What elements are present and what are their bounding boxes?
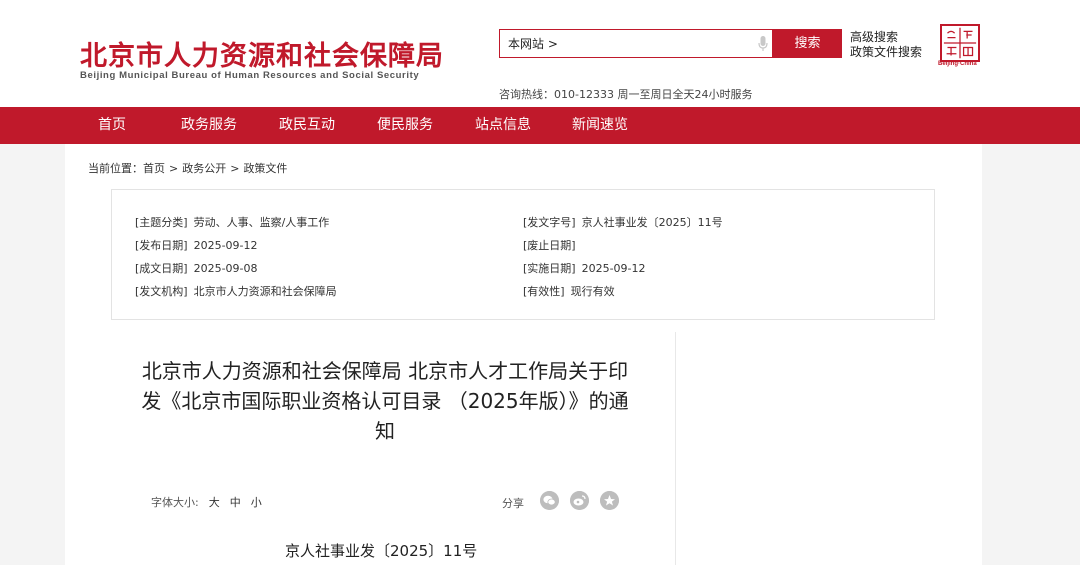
search-scope-selector[interactable]: 本网站 > [508,35,558,52]
meta-effective-date: [实施日期] 2025-09-12 [523,260,646,276]
meta-validity-value: 现行有效 [570,285,615,298]
share-label: 分享 [502,497,524,510]
breadcrumb-item-home[interactable]: 首页 [143,162,165,175]
breadcrumb-item-policy-docs[interactable]: 政策文件 [243,162,287,175]
meta-created-date: [成文日期] 2025-09-08 [135,260,258,276]
main-nav: 首页 政务服务 政民互动 便民服务 站点信息 新闻速览 [0,107,1080,144]
site-logo-english: Beijing Municipal Bureau of Human Resour… [80,70,420,81]
meta-doc-no-value: 京人社事业发〔2025〕11号 [581,216,723,229]
breadcrumb-separator: > [169,162,179,175]
meta-publish-date: [发布日期] 2025-09-12 [135,237,258,253]
content-panel: 当前位置：首页 > 政务公开 > 政策文件 [主题分类] 劳动、人事、监察/人事工作 [发… [65,144,982,565]
meta-created-date-label: [成文日期] [135,262,188,275]
advanced-search-link[interactable]: 高级搜索 [850,30,922,45]
nav-item-site-info[interactable]: 站点信息 [475,107,531,144]
meta-effective-date-value: 2025-09-12 [581,262,646,275]
document-metadata: [主题分类] 劳动、人事、监察/人事工作 [发文字号] 京人社事业发〔2025〕11… [111,189,935,320]
policy-search-link[interactable]: 政策文件搜索 [850,45,922,60]
meta-abolish-date-label: [废止日期] [523,239,576,252]
meta-doc-no-label: [发文字号] [523,216,576,229]
nav-item-news[interactable]: 新闻速览 [572,107,628,144]
font-size-small[interactable]: 小 [251,496,262,509]
microphone-icon[interactable] [758,36,768,52]
font-size-large[interactable]: 大 [209,496,220,509]
meta-issuer-value: 北京市人力资源和社会保障局 [193,285,337,298]
meta-topic-label: [主题分类] [135,216,188,229]
meta-issuer-label: [发文机构] [135,285,188,298]
meta-abolish-date: [废止日期] [523,237,582,253]
meta-publish-date-label: [发布日期] [135,239,188,252]
meta-validity: [有效性] 现行有效 [523,283,615,299]
site-logo[interactable]: 北京市人力资源和社会保障局 [80,34,444,73]
nav-item-interaction[interactable]: 政民互动 [279,107,335,144]
capital-seal-icon [940,24,980,62]
meta-publish-date-value: 2025-09-12 [193,239,258,252]
search-links: 高级搜索 政策文件搜索 [850,30,922,60]
breadcrumb-item-gov-open[interactable]: 政务公开 [182,162,226,175]
search-input[interactable]: 本网站 > [499,29,773,58]
meta-issuer: [发文机构] 北京市人力资源和社会保障局 [135,283,337,299]
breadcrumb-separator: > [230,162,240,175]
meta-topic-value: 劳动、人事、监察/人事工作 [193,216,330,229]
document-title: 北京市人力资源和社会保障局 北京市人才工作局关于印发《北京市国际职业资格认可目录… [141,359,629,443]
meta-doc-no: [发文字号] 京人社事业发〔2025〕11号 [523,214,723,230]
seal-caption: Beijing·China [938,61,977,67]
wechat-icon[interactable] [540,491,559,510]
weibo-icon[interactable] [570,491,589,510]
meta-validity-label: [有效性] [523,285,565,298]
font-size-tools: 字体大小: 大中小 [151,494,262,510]
meta-effective-date-label: [实施日期] [523,262,576,275]
star-icon[interactable] [600,491,619,510]
breadcrumb: 当前位置：首页 > 政务公开 > 政策文件 [88,160,287,176]
hotline-text: 咨询热线：010-12333 周一至周日全天24小时服务 [499,88,753,101]
document-number: 京人社事业发〔2025〕11号 [285,542,478,560]
breadcrumb-prefix: 当前位置： [88,162,143,175]
column-divider [675,332,676,565]
site-header: 北京市人力资源和社会保障局 Beijing Municipal Bureau o… [0,0,1080,107]
nav-item-home[interactable]: 首页 [98,107,126,144]
meta-topic: [主题分类] 劳动、人事、监察/人事工作 [135,214,329,230]
font-size-medium[interactable]: 中 [230,496,241,509]
nav-item-gov-services[interactable]: 政务服务 [181,107,237,144]
nav-item-convenience[interactable]: 便民服务 [377,107,433,144]
font-size-label: 字体大小: [151,496,199,509]
search-button[interactable]: 搜索 [773,29,842,58]
meta-created-date-value: 2025-09-08 [193,262,258,275]
